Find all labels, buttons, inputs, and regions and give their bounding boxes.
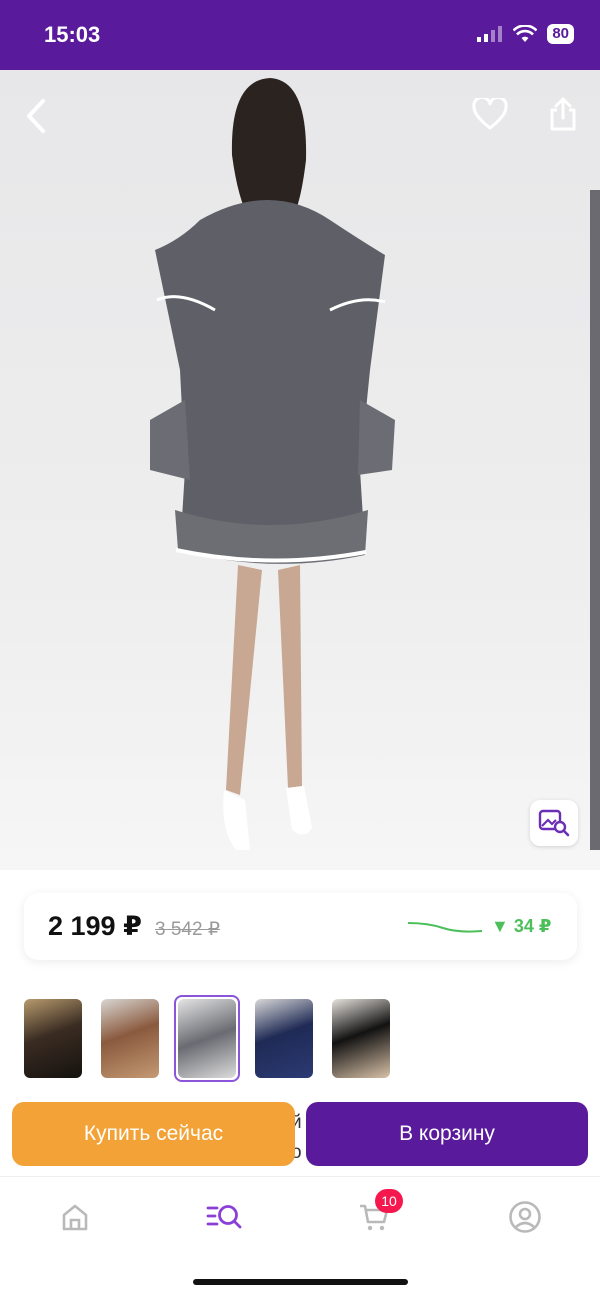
home-icon[interactable]: [53, 1197, 97, 1237]
status-time: 15:03: [44, 22, 101, 47]
variant-thumbnail[interactable]: [20, 995, 86, 1082]
variant-thumbnail[interactable]: [251, 995, 317, 1082]
home-indicator: [193, 1279, 408, 1285]
status-icons: 80: [477, 24, 574, 44]
add-to-cart-button[interactable]: В корзину: [306, 1102, 588, 1166]
product-photo-illustration: [150, 78, 395, 850]
product-image[interactable]: [0, 70, 600, 870]
next-image-preview[interactable]: [590, 190, 600, 850]
battery-indicator: 80: [547, 24, 574, 44]
profile-icon[interactable]: [503, 1197, 547, 1237]
catalog-search-icon[interactable]: [203, 1197, 247, 1237]
status-bar: 15:03 80: [0, 0, 600, 70]
old-price: 3 542 ₽: [155, 919, 220, 940]
price-drop-label: ▼ 34 ₽: [491, 916, 552, 936]
current-price: 2 199 ₽: [48, 911, 142, 941]
variant-thumbnail[interactable]: [97, 995, 163, 1082]
color-variants: [20, 995, 394, 1082]
image-search-icon[interactable]: [530, 800, 578, 846]
buy-now-button[interactable]: Купить сейчас: [12, 1102, 295, 1166]
price-history-sparkline: [408, 922, 483, 933]
price-card[interactable]: 2 199 ₽ 3 542 ₽ ▼ 34 ₽: [24, 893, 577, 960]
back-arrow-icon[interactable]: [14, 94, 58, 138]
heart-icon[interactable]: [468, 92, 512, 136]
wifi-icon: [513, 25, 538, 42]
signal-icon: [477, 26, 503, 42]
variant-thumbnail-selected[interactable]: [174, 995, 240, 1082]
cart-count-badge: 10: [375, 1189, 403, 1213]
variant-thumbnail[interactable]: [328, 995, 394, 1082]
share-icon[interactable]: [541, 92, 585, 136]
